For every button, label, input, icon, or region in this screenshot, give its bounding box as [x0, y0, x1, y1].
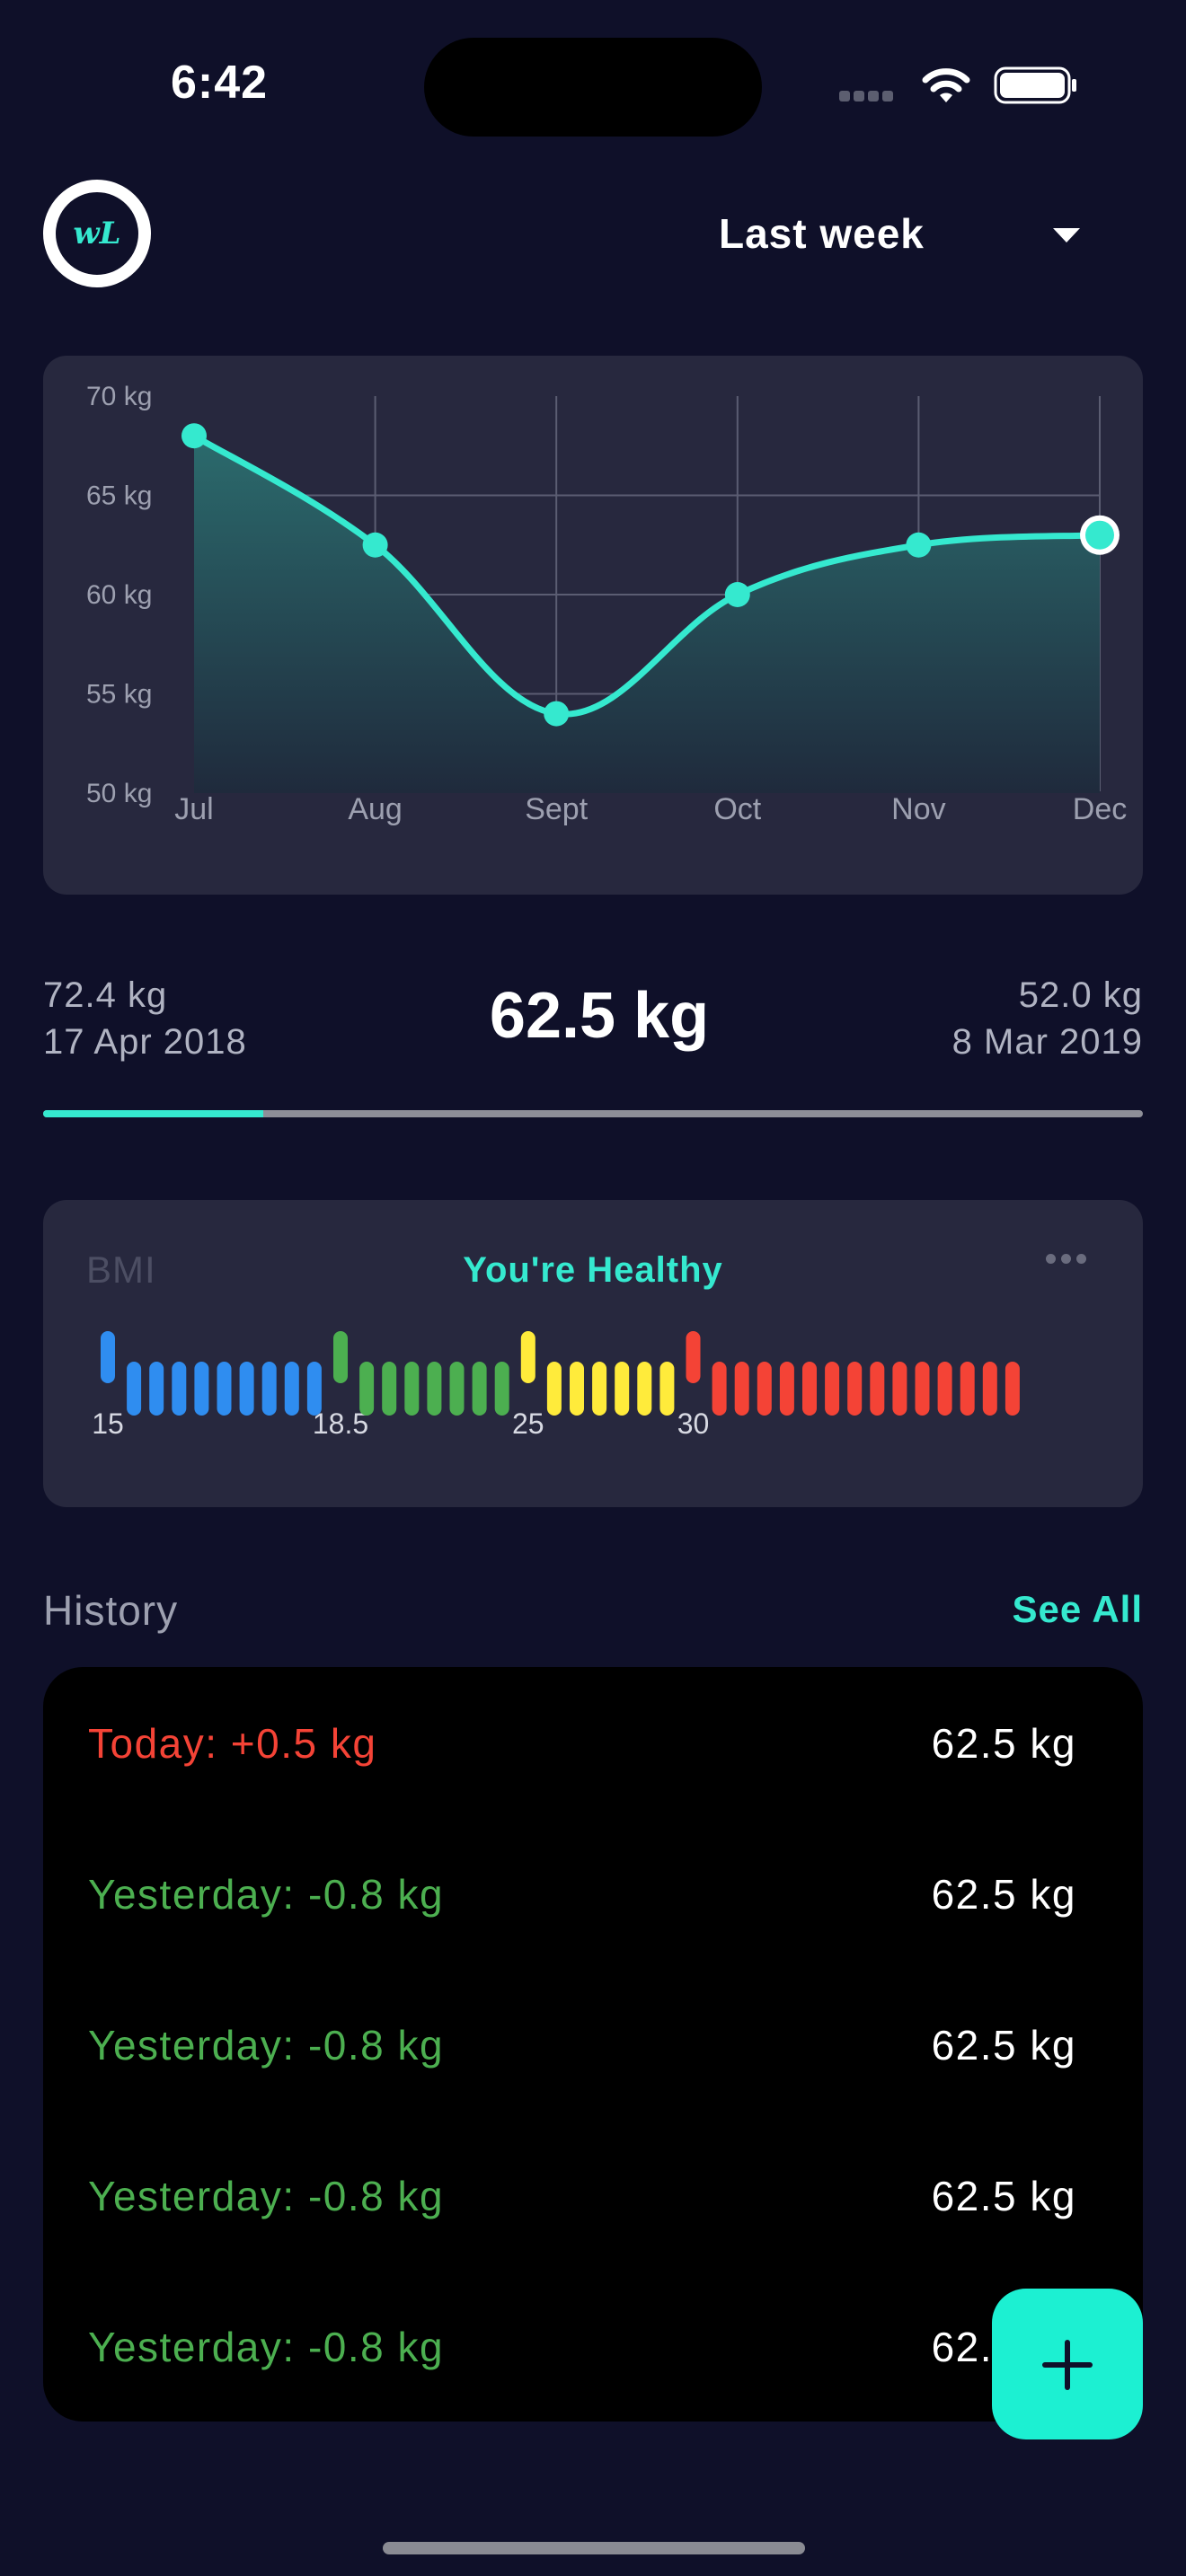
bmi-bar: [261, 1362, 277, 1416]
bmi-bar: [1005, 1362, 1020, 1416]
bmi-marker: [520, 1331, 535, 1383]
bmi-card: BMI You're Healthy 15 18.5 25 30: [43, 1200, 1143, 1507]
add-entry-button[interactable]: [992, 2289, 1143, 2439]
bmi-bar: [359, 1362, 375, 1416]
bmi-marker-label: 15: [92, 1407, 124, 1440]
bmi-bar: [217, 1362, 232, 1416]
history-weight: 62.5 kg: [931, 2173, 1076, 2219]
bmi-bar: [127, 1362, 142, 1416]
history-change: Today: +0.5 kg: [88, 1720, 377, 1767]
history-change: Yesterday: -0.8 kg: [88, 2022, 445, 2069]
bmi-marker: [101, 1331, 115, 1383]
bmi-bar: [149, 1362, 164, 1416]
bmi-bar: [494, 1362, 509, 1416]
bmi-bar: [734, 1362, 749, 1416]
history-row[interactable]: Today: +0.5 kg 62.5 kg: [43, 1667, 1143, 1818]
history-weight: 62.5 kg: [931, 1871, 1076, 1918]
bmi-bar: [449, 1362, 465, 1416]
bmi-bar: [779, 1362, 794, 1416]
x-tick-label: Sept: [525, 792, 588, 826]
bmi-bar: [960, 1362, 975, 1416]
bmi-bar: [172, 1362, 187, 1416]
bmi-marker-label: 18.5: [313, 1407, 368, 1440]
battery-icon: [994, 66, 1076, 104]
bmi-bar: [592, 1362, 607, 1416]
bmi-bar: [982, 1362, 997, 1416]
period-dropdown[interactable]: Last week: [719, 198, 1096, 269]
bmi-bar: [615, 1362, 630, 1416]
wifi-icon: [922, 68, 970, 102]
bmi-bar: [825, 1362, 840, 1416]
chart-area: [194, 436, 1100, 793]
bmi-bar: [757, 1362, 772, 1416]
bmi-bar: [427, 1362, 442, 1416]
y-tick-label: 65 kg: [86, 481, 152, 511]
history-row[interactable]: Yesterday: -0.8 kg 62.5 kg: [43, 2271, 1143, 2422]
bmi-bar: [870, 1362, 885, 1416]
bmi-bar: [570, 1362, 584, 1416]
progress-bar: [43, 1110, 1143, 1117]
cellular-signal-icon: [839, 90, 902, 102]
bmi-bar: [915, 1362, 930, 1416]
chart-point-selected-inner: [1085, 520, 1114, 550]
bmi-bar: [472, 1362, 487, 1416]
bmi-marker-label: 25: [512, 1407, 544, 1440]
bmi-bar: [892, 1362, 907, 1416]
see-all-link[interactable]: See All: [1012, 1588, 1143, 1631]
dynamic-island: [424, 38, 762, 137]
x-tick-label: Nov: [891, 792, 945, 826]
bmi-marker-label: 30: [677, 1407, 710, 1440]
bmi-bar: [404, 1362, 420, 1416]
bmi-bar: [284, 1362, 299, 1416]
weight-chart-card: 70 kg 65 kg 60 kg 55 kg 50 kg Jul Aug Sept Oct No…: [43, 356, 1143, 895]
history-weight: 62.5 kg: [931, 2022, 1076, 2069]
history-change: Yesterday: -0.8 kg: [88, 1871, 445, 1918]
bmi-bar: [382, 1362, 397, 1416]
x-tick-label: Dec: [1073, 792, 1127, 826]
bmi-bar: [659, 1362, 675, 1416]
logo-text: wL: [73, 216, 121, 251]
period-label: Last week: [719, 210, 925, 257]
app-logo[interactable]: wL: [43, 180, 151, 287]
x-tick-label: Jul: [174, 792, 213, 826]
history-weight: 62.5 kg: [931, 1720, 1076, 1767]
home-indicator: [383, 2542, 805, 2554]
x-tick-label: Aug: [348, 792, 403, 826]
history-title: History: [43, 1587, 179, 1634]
y-tick-label: 50 kg: [86, 779, 152, 808]
chevron-down-icon: [1053, 228, 1080, 243]
chart-point: [724, 582, 750, 607]
history-change: Yesterday: -0.8 kg: [88, 2324, 445, 2370]
y-tick-label: 60 kg: [86, 580, 152, 610]
chart-point: [544, 701, 570, 727]
y-tick-label: 70 kg: [86, 382, 152, 411]
x-tick-label: Oct: [713, 792, 761, 826]
y-tick-label: 55 kg: [86, 680, 152, 710]
target-date: 8 Mar 2019: [951, 1022, 1143, 1062]
bmi-marker: [333, 1331, 348, 1383]
history-row[interactable]: Yesterday: -0.8 kg 62.5 kg: [43, 2120, 1143, 2271]
history-list: Today: +0.5 kg 62.5 kg Yesterday: -0.8 k…: [43, 1667, 1143, 2422]
progress-fill: [43, 1110, 263, 1117]
chart-point: [181, 423, 207, 449]
chart-point: [906, 532, 932, 558]
target-weight: 52.0 kg: [1018, 975, 1143, 1015]
bmi-bar: [239, 1362, 254, 1416]
bmi-bar: [194, 1362, 209, 1416]
history-row[interactable]: Yesterday: -0.8 kg 62.5 kg: [43, 1969, 1143, 2120]
bmi-bar: [637, 1362, 652, 1416]
chart-point: [362, 532, 388, 558]
weight-chart: 70 kg 65 kg 60 kg 55 kg 50 kg Jul Aug Sept Oct No…: [86, 382, 1127, 826]
history-row[interactable]: Yesterday: -0.8 kg 62.5 kg: [43, 1818, 1143, 1969]
bmi-bar: [847, 1362, 863, 1416]
status-time: 6:42: [171, 57, 269, 109]
bmi-bar: [802, 1362, 817, 1416]
bmi-bar: [712, 1362, 727, 1416]
bmi-bar: [937, 1362, 952, 1416]
bmi-bar: [546, 1362, 562, 1416]
bmi-scale: 15 18.5 25 30: [92, 1331, 1020, 1440]
bmi-marker: [686, 1331, 701, 1383]
history-change: Yesterday: -0.8 kg: [88, 2173, 445, 2219]
